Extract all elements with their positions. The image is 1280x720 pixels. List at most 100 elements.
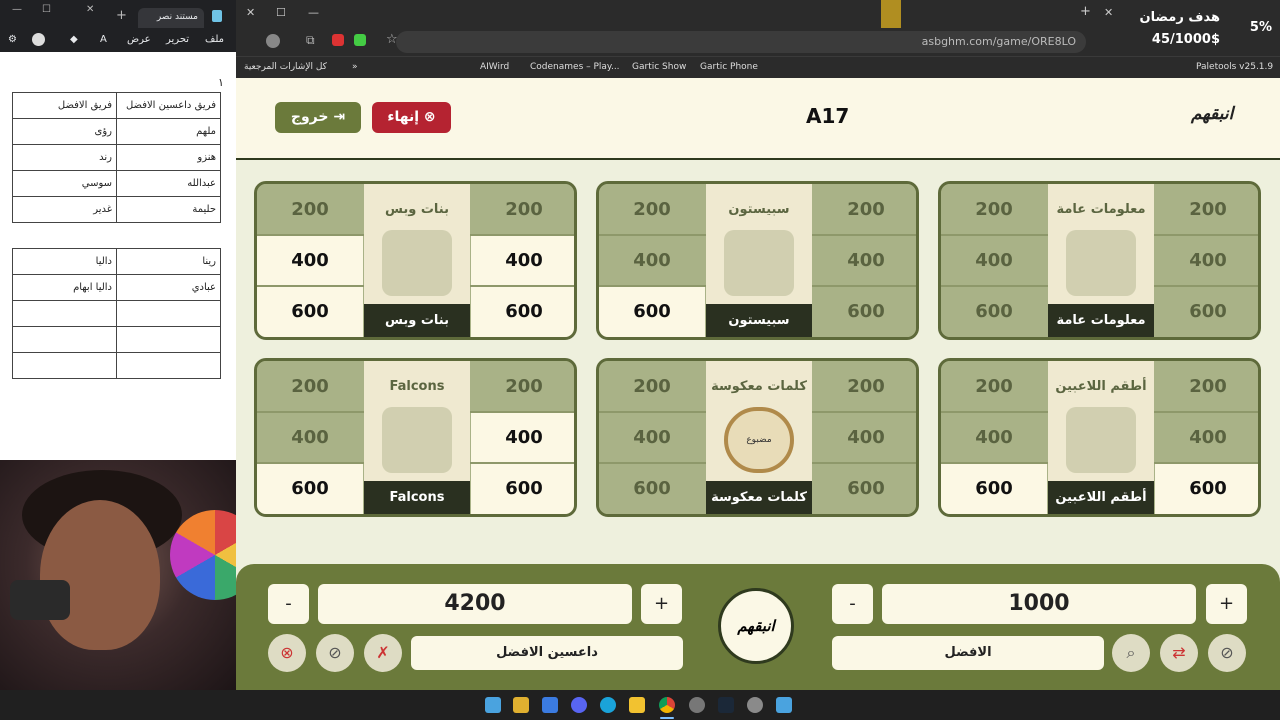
question-left-600[interactable]: 600: [257, 286, 363, 337]
question-right-400[interactable]: 400: [813, 412, 916, 463]
exit-button[interactable]: خروج ⇥: [275, 102, 361, 133]
doc-tab[interactable]: مستند نصر: [138, 8, 204, 28]
question-left-600[interactable]: 600: [257, 463, 363, 514]
swap-icon[interactable]: ⇄: [1160, 634, 1198, 672]
question-right-200[interactable]: 200: [471, 361, 574, 412]
question-right-600[interactable]: 600: [1155, 286, 1258, 337]
question-left-200[interactable]: 200: [941, 184, 1047, 235]
table-cell[interactable]: عبدالله: [116, 170, 221, 197]
table-cell[interactable]: فريق الافضل: [12, 92, 117, 119]
table-cell[interactable]: غدير: [12, 196, 117, 223]
table-cell[interactable]: رؤى: [12, 118, 117, 145]
question-right-400[interactable]: 400: [471, 235, 574, 286]
question-right-200[interactable]: 200: [1155, 184, 1258, 235]
question-right-200[interactable]: 200: [471, 184, 574, 235]
table-cell[interactable]: فريق داعسين الافضل: [116, 92, 221, 119]
chrome-icon[interactable]: [659, 697, 675, 713]
avatar[interactable]: [32, 33, 45, 46]
minimize-icon[interactable]: —: [308, 6, 319, 19]
block-icon[interactable]: ⊘: [316, 634, 354, 672]
question-right-400[interactable]: 400: [471, 412, 574, 463]
table-cell[interactable]: داليا: [12, 248, 117, 275]
question-right-600[interactable]: 600: [471, 286, 574, 337]
search-icon[interactable]: ⌕: [1112, 634, 1150, 672]
bookmark-gartic-phone[interactable]: Gartic Phone: [700, 62, 758, 72]
question-right-200[interactable]: 200: [813, 361, 916, 412]
team-right-plus[interactable]: +: [1206, 584, 1247, 624]
question-left-200[interactable]: 200: [257, 361, 363, 412]
rockstar-icon[interactable]: [513, 697, 529, 713]
table-cell[interactable]: [12, 300, 117, 327]
question-right-600[interactable]: 600: [813, 286, 916, 337]
table-cell[interactable]: رينا: [116, 248, 221, 275]
address-bar[interactable]: asbghm.com/game/ORE8LO: [396, 31, 1086, 53]
minimize-icon[interactable]: —: [12, 4, 22, 15]
question-right-400[interactable]: 400: [1155, 235, 1258, 286]
maximize-icon[interactable]: ☐: [276, 6, 286, 19]
extensions-icon[interactable]: ⧉: [306, 33, 315, 48]
table-cell[interactable]: [12, 352, 117, 379]
question-left-200[interactable]: 200: [941, 361, 1047, 412]
copilot-icon[interactable]: ◆: [70, 34, 78, 45]
extension-icon[interactable]: [332, 34, 344, 46]
chevron-icon[interactable]: »: [352, 62, 358, 72]
folder-icon[interactable]: [629, 697, 645, 713]
menu-edit[interactable]: تحرير: [166, 34, 189, 45]
close-icon[interactable]: ✕: [86, 4, 94, 15]
question-left-200[interactable]: 200: [599, 184, 705, 235]
question-right-600[interactable]: 600: [471, 463, 574, 514]
app-icon[interactable]: [542, 697, 558, 713]
question-left-400[interactable]: 400: [599, 235, 705, 286]
question-left-400[interactable]: 400: [257, 235, 363, 286]
question-right-400[interactable]: 400: [813, 235, 916, 286]
team-left-minus[interactable]: -: [268, 584, 309, 624]
table-cell[interactable]: [116, 326, 221, 353]
tab-close-icon[interactable]: ✕: [1104, 6, 1113, 19]
bookmark-paletools[interactable]: Paletools v25.1.9: [1196, 62, 1273, 72]
bookmark-aiwird[interactable]: AIWird: [480, 62, 509, 72]
files-icon[interactable]: [485, 697, 501, 713]
table-cell[interactable]: [116, 300, 221, 327]
maximize-icon[interactable]: ☐: [42, 4, 51, 15]
table-cell[interactable]: [12, 326, 117, 353]
table-cell[interactable]: هنزو: [116, 144, 221, 171]
question-left-400[interactable]: 400: [941, 235, 1047, 286]
new-tab-icon[interactable]: +: [1080, 4, 1091, 19]
profile-icon[interactable]: [266, 34, 280, 48]
shield-icon[interactable]: [354, 34, 366, 46]
menu-view[interactable]: عرض: [127, 34, 151, 45]
new-tab-icon[interactable]: +: [116, 8, 127, 23]
mute-icon[interactable]: ✗: [364, 634, 402, 672]
steam-icon[interactable]: [718, 697, 734, 713]
discord-icon[interactable]: [571, 697, 587, 713]
question-left-600[interactable]: 600: [941, 463, 1047, 514]
bookmark-gartic-show[interactable]: Gartic Show: [632, 62, 686, 72]
question-left-600[interactable]: 600: [599, 286, 705, 337]
menu-file[interactable]: ملف: [205, 34, 224, 45]
end-button[interactable]: إنهاء ⊗: [372, 102, 451, 133]
bookmarks-folder[interactable]: كل الإشارات المرجعية: [244, 62, 327, 72]
question-left-400[interactable]: 400: [941, 412, 1047, 463]
question-left-600[interactable]: 600: [599, 463, 705, 514]
question-right-200[interactable]: 200: [1155, 361, 1258, 412]
edge-icon[interactable]: [600, 697, 616, 713]
block-icon[interactable]: ⊘: [1208, 634, 1246, 672]
close-icon[interactable]: ✕: [246, 6, 255, 19]
table-cell[interactable]: سوسي: [12, 170, 117, 197]
font-icon[interactable]: A: [100, 34, 107, 45]
question-right-600[interactable]: 600: [1155, 463, 1258, 514]
table-cell[interactable]: [116, 352, 221, 379]
question-right-200[interactable]: 200: [813, 184, 916, 235]
table-cell[interactable]: داليا ابهام: [12, 274, 117, 301]
table-cell[interactable]: عبادي: [116, 274, 221, 301]
question-left-200[interactable]: 200: [257, 184, 363, 235]
team-left-plus[interactable]: +: [641, 584, 682, 624]
table-cell[interactable]: حليمة: [116, 196, 221, 223]
question-left-600[interactable]: 600: [941, 286, 1047, 337]
question-right-600[interactable]: 600: [813, 463, 916, 514]
table-cell[interactable]: ملهم: [116, 118, 221, 145]
question-left-200[interactable]: 200: [599, 361, 705, 412]
team-right-minus[interactable]: -: [832, 584, 873, 624]
table-cell[interactable]: رند: [12, 144, 117, 171]
windows-icon[interactable]: [776, 697, 792, 713]
